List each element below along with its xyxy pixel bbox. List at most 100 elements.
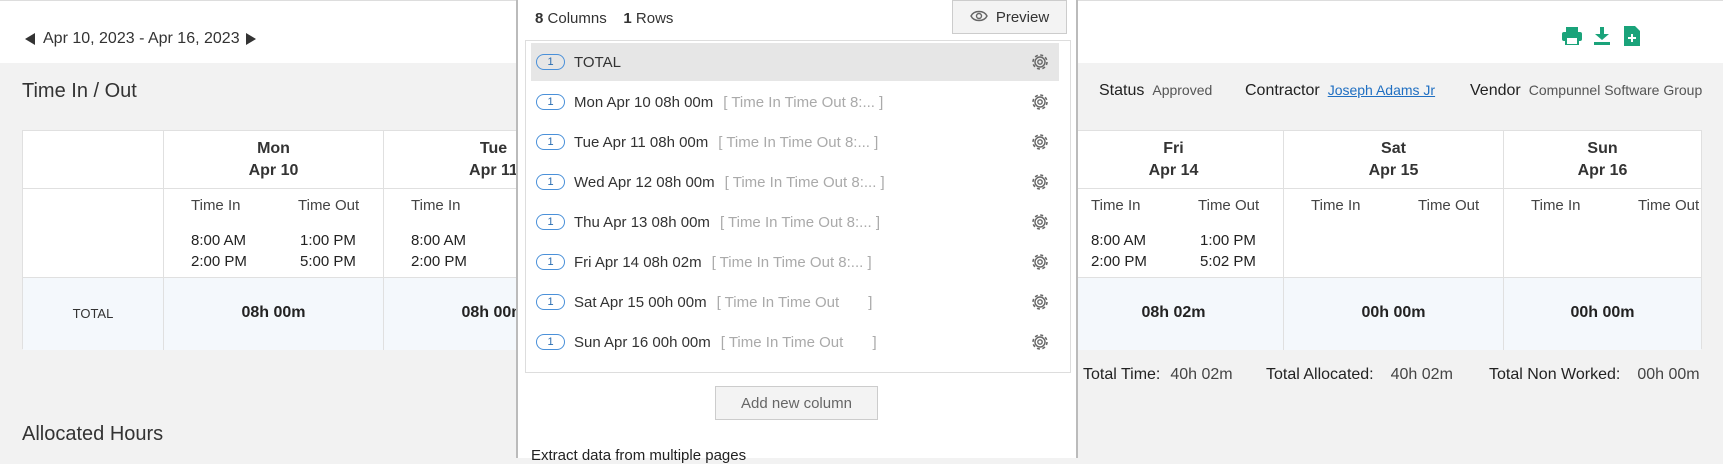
column-hint: [ Time In Time Out ]	[716, 293, 873, 311]
columns-rows-count: 8 Columns 1 Rows	[535, 10, 673, 27]
time-out-header: Time Out	[1638, 197, 1700, 214]
time-out-value: 5:00 PM	[300, 253, 356, 270]
gear-icon[interactable]	[1029, 51, 1051, 73]
day-header: Sat Apr 15	[1284, 131, 1503, 189]
list-item[interactable]: 1 Sun Apr 16 00h 00m [ Time In Time Out …	[531, 323, 1059, 361]
day-header: Mon Apr 10	[164, 131, 383, 189]
gear-icon[interactable]	[1029, 131, 1051, 153]
contractor-field: Contractor Joseph Adams Jr	[1245, 82, 1435, 100]
total-non-worked: Total Non Worked: 00h 00m	[1489, 366, 1700, 384]
list-item[interactable]: 1 Thu Apr 13 08h 00m [ Time In Time Out …	[531, 203, 1059, 241]
columns-count: 8	[535, 10, 544, 27]
column-label: Wed Apr 12 08h 00m	[574, 173, 715, 191]
count-badge: 1	[536, 254, 565, 270]
day-column-sat: Sat Apr 15 Time In Time Out 00h 00m	[1284, 131, 1504, 350]
day-name: Sun	[1587, 140, 1618, 157]
eye-icon	[970, 9, 988, 26]
column-label: Sat Apr 15 00h 00m	[574, 293, 707, 311]
column-label: TOTAL	[574, 53, 621, 71]
time-out-header: Time Out	[298, 197, 360, 214]
preview-button[interactable]: Preview	[952, 0, 1067, 34]
allocated-hours-title: Allocated Hours	[22, 423, 164, 445]
list-item[interactable]: 1 Wed Apr 12 08h 00m [ Time In Time Out …	[531, 163, 1059, 201]
vendor-label: Vendor	[1470, 82, 1521, 99]
vendor-field: Vendor Compunnel Software Group	[1470, 82, 1702, 100]
time-in-value: 8:00 AM	[191, 232, 247, 249]
list-item[interactable]: 1 Mon Apr 10 08h 00m [ Time In Time Out …	[531, 83, 1059, 121]
gear-icon[interactable]	[1029, 291, 1051, 313]
gear-icon[interactable]	[1029, 211, 1051, 233]
column-label: Thu Apr 13 08h 00m	[574, 213, 710, 231]
count-badge: 1	[536, 334, 565, 350]
count-badge: 1	[536, 54, 565, 70]
day-name: Sat	[1381, 140, 1406, 157]
day-name: Fri	[1163, 140, 1184, 157]
time-in-header: Time In	[1091, 197, 1141, 214]
time-out-value: 1:00 PM	[1200, 232, 1256, 249]
day-date: Apr 10	[248, 162, 299, 179]
list-item[interactable]: 1 TOTAL	[531, 43, 1059, 81]
time-in-value: 8:00 AM	[1091, 232, 1147, 249]
total-allocated: Total Allocated: 40h 02m	[1266, 366, 1453, 384]
list-item[interactable]: 1 Fri Apr 14 08h 02m [ Time In Time Out …	[531, 243, 1059, 281]
print-icon[interactable]	[1561, 25, 1583, 47]
list-item[interactable]: 1 Tue Apr 11 08h 00m [ Time In Time Out …	[531, 123, 1059, 161]
add-column-button[interactable]: Add new column	[715, 386, 878, 420]
total-time-label: Total Time:	[1083, 366, 1161, 383]
download-icon[interactable]	[1591, 25, 1613, 47]
time-in-header: Time In	[191, 197, 241, 214]
time-in-value: 8:00 AM	[411, 232, 467, 249]
time-in-header: Time In	[1311, 197, 1361, 214]
day-header: Sun Apr 16	[1504, 131, 1701, 189]
extract-multiple-pages-label: Extract data from multiple pages	[531, 447, 747, 464]
day-total: 00h 00m	[1361, 304, 1426, 321]
prev-week-icon[interactable]	[25, 33, 35, 45]
day-column-sun: Sun Apr 16 Time In Time Out 00h 00m	[1504, 131, 1701, 350]
gear-icon[interactable]	[1029, 331, 1051, 353]
total-non-worked-value: 00h 00m	[1637, 366, 1700, 383]
gear-icon[interactable]	[1029, 91, 1051, 113]
toolbar-actions	[1561, 25, 1643, 47]
day-date: Apr 16	[1577, 162, 1628, 179]
status-value: Approved	[1152, 82, 1213, 98]
column-hint: [ Time In Time Out 8:... ]	[723, 93, 884, 111]
time-in-value: 2:00 PM	[1091, 253, 1147, 270]
time-out-header: Time Out	[1418, 197, 1480, 214]
column-list: 1 TOTAL 1 Mon Apr 10 08h 00m [ Time In T…	[525, 40, 1071, 373]
contractor-link[interactable]: Joseph Adams Jr	[1328, 82, 1435, 98]
status-label: Status	[1099, 82, 1145, 99]
preview-label: Preview	[995, 8, 1050, 26]
column-hint: [ Time In Time Out 8:... ]	[719, 213, 880, 231]
day-name: Mon	[257, 140, 290, 157]
file-export-icon[interactable]	[1621, 25, 1643, 47]
time-in-header: Time In	[411, 197, 461, 214]
status-field: Status Approved	[1099, 82, 1212, 100]
day-header: Fri Apr 14	[1064, 131, 1283, 189]
gear-icon[interactable]	[1029, 171, 1051, 193]
date-range-nav: Apr 10, 2023 - Apr 16, 2023	[25, 30, 256, 48]
time-out-value: 5:02 PM	[1200, 253, 1256, 270]
total-allocated-label: Total Allocated:	[1266, 366, 1374, 383]
count-badge: 1	[536, 94, 565, 110]
day-total: 08h 00m	[241, 304, 306, 321]
gear-icon[interactable]	[1029, 251, 1051, 273]
count-badge: 1	[536, 214, 565, 230]
total-non-worked-label: Total Non Worked:	[1489, 366, 1621, 383]
count-badge: 1	[536, 134, 565, 150]
next-week-icon[interactable]	[245, 33, 256, 45]
contractor-label: Contractor	[1245, 82, 1320, 99]
time-out-header: Time Out	[1198, 197, 1260, 214]
column-hint: [ Time In Time Out 8:... ]	[718, 133, 879, 151]
page-title: Time In / Out	[22, 80, 137, 102]
total-time-value: 40h 02m	[1170, 366, 1233, 383]
label-column-header	[23, 131, 163, 189]
columns-label: Columns	[547, 10, 607, 27]
rows-count: 1	[623, 10, 632, 27]
total-label: TOTAL	[72, 305, 114, 321]
day-total: 08h 02m	[1141, 304, 1206, 321]
list-item[interactable]: 1 Sat Apr 15 00h 00m [ Time In Time Out …	[531, 283, 1059, 321]
rows-label: Rows	[635, 10, 674, 27]
date-range-label: Apr 10, 2023 - Apr 16, 2023	[43, 30, 240, 47]
column-hint: [ Time In Time Out 8:... ]	[711, 253, 872, 271]
day-total: 00h 00m	[1570, 304, 1635, 321]
